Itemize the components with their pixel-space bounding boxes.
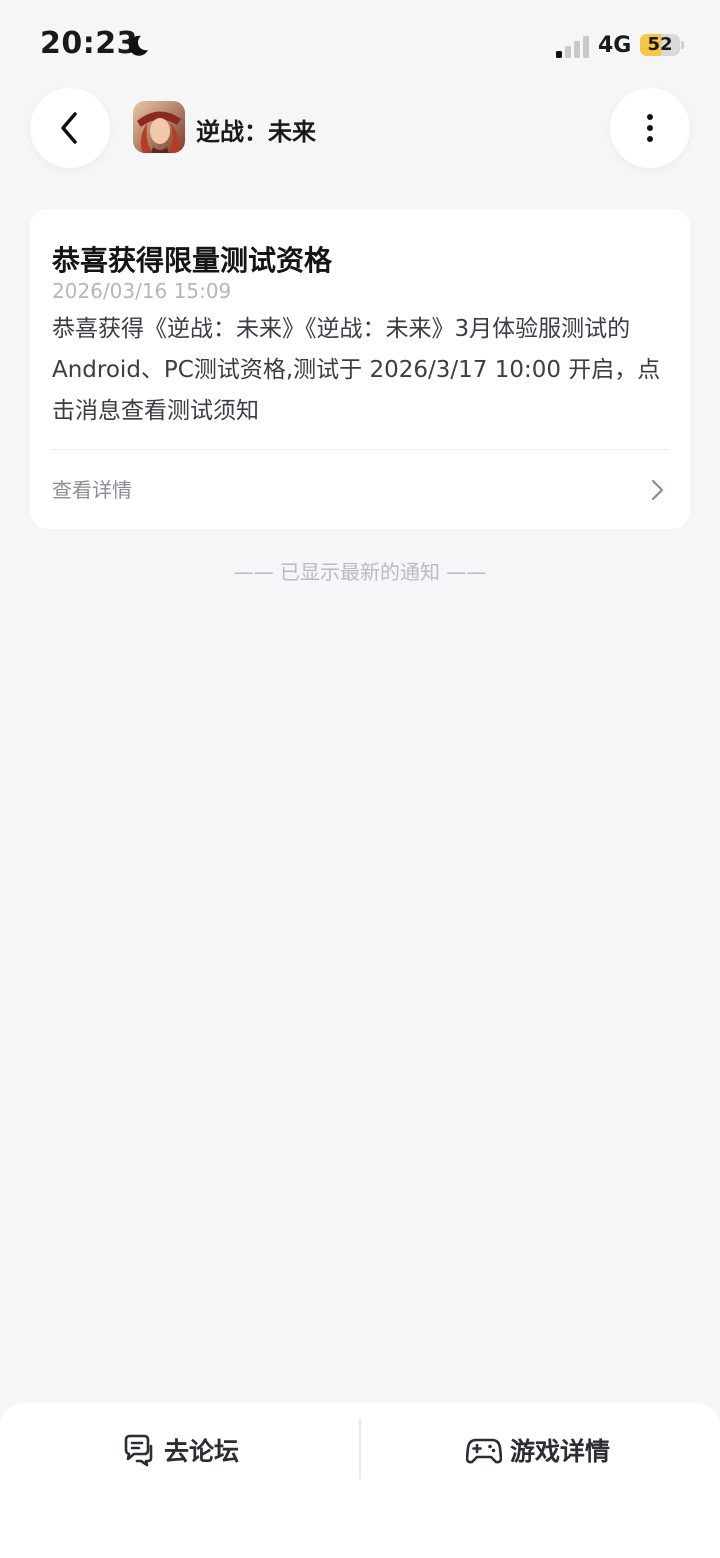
game-avatar-icon[interactable] [133, 101, 185, 153]
go-to-forum-label: 去论坛 [164, 1437, 240, 1466]
more-button[interactable] [610, 88, 690, 168]
view-details-link[interactable]: 查看详情 [30, 450, 690, 529]
chevron-right-icon [651, 479, 664, 501]
notification-body: 恭喜获得《逆战：未来》《逆战：未来》3月体验服测试的Android、PC测试资格… [52, 316, 661, 424]
more-vertical-icon [647, 114, 653, 142]
notification-date: 2026/03/16 15:09 [52, 279, 232, 303]
game-details-label: 游戏详情 [510, 1437, 611, 1466]
moon-icon [128, 35, 148, 56]
gamepad-icon [466, 1438, 502, 1464]
status-time: 20:23 [40, 26, 138, 61]
cellular-signal-icon [556, 36, 589, 58]
chat-bubbles-icon [124, 1434, 153, 1467]
back-button[interactable] [30, 88, 110, 168]
notification-title: 恭喜获得限量测试资格 [52, 244, 333, 277]
network-type: 4G [598, 33, 632, 58]
bottom-action-bar: 去论坛 游戏详情 [0, 1403, 720, 1558]
notification-card[interactable]: 恭喜获得限量测试资格 2026/03/16 15:09 恭喜获得《逆战：未来》《… [30, 209, 690, 529]
view-details-label: 查看详情 [52, 478, 132, 502]
game-details-button[interactable]: 游戏详情 [466, 1425, 610, 1475]
game-title: 逆战：未来 [196, 118, 316, 146]
end-of-list-notice: —— 已显示最新的通知 —— [233, 560, 487, 584]
status-bar: 20:23 4G 52 [0, 0, 720, 90]
bottom-divider [359, 1419, 361, 1479]
go-to-forum-button[interactable]: 去论坛 [120, 1425, 239, 1475]
battery-indicator: 52 [640, 34, 684, 58]
chevron-left-icon [61, 112, 77, 144]
battery-level: 52 [647, 34, 673, 55]
